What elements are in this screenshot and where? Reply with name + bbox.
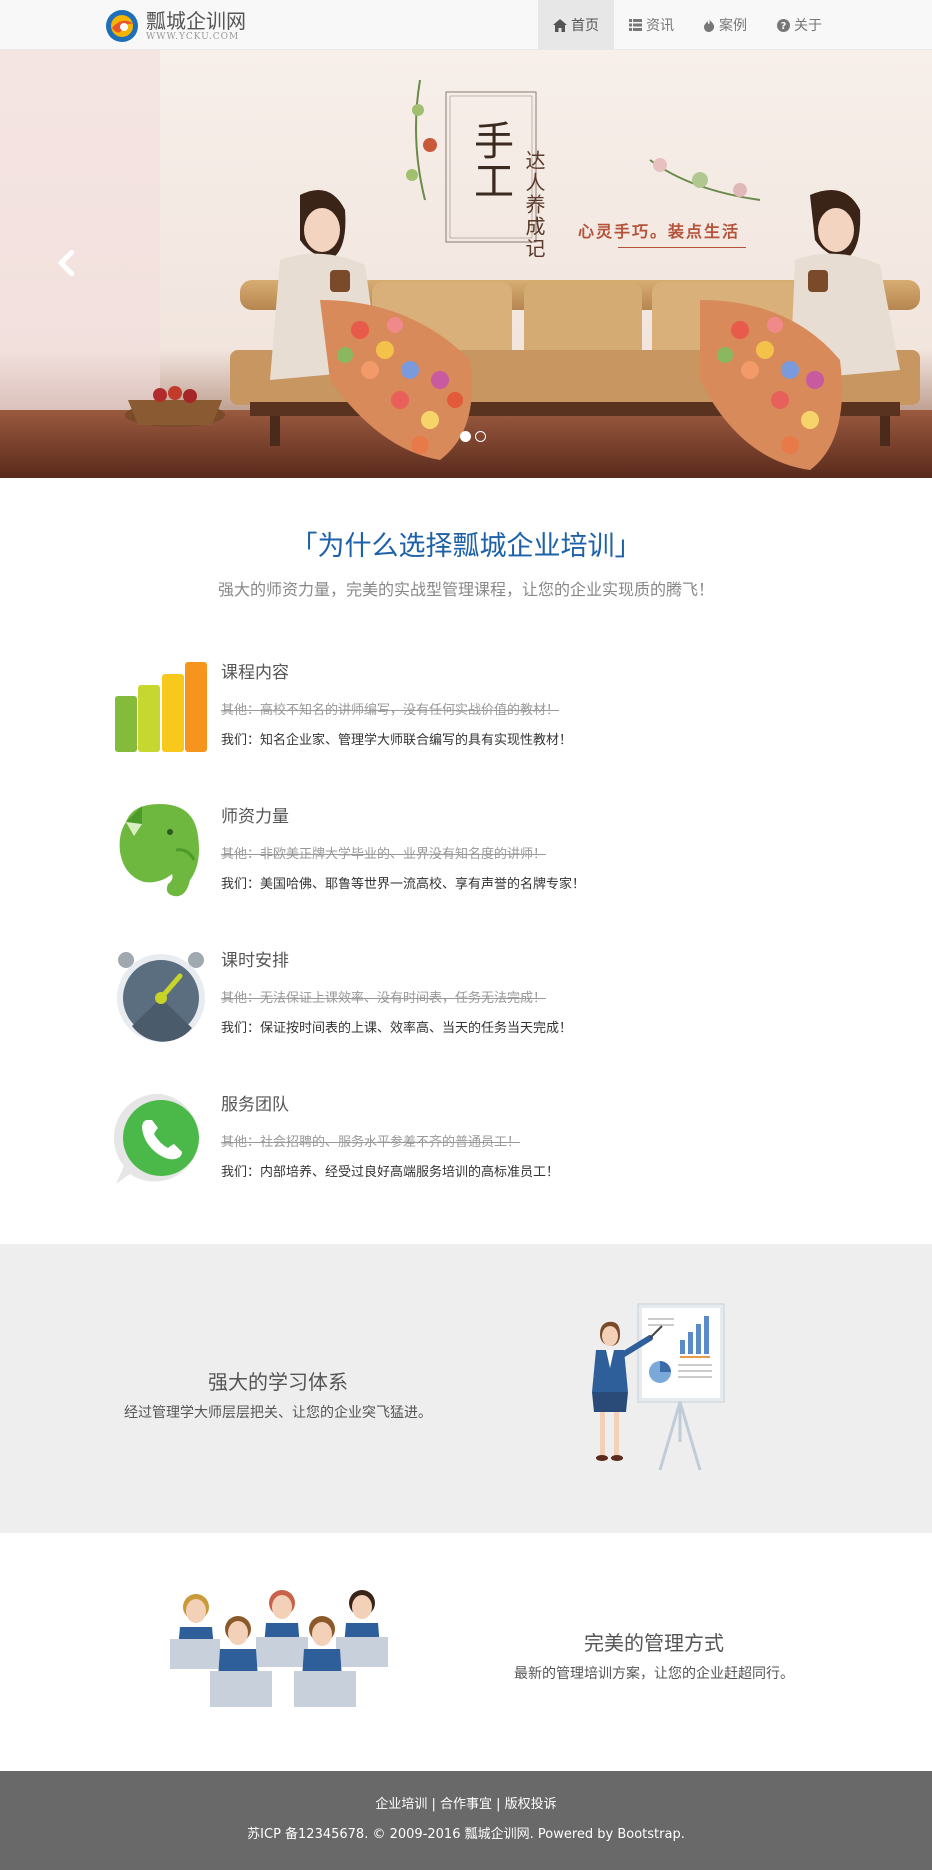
svg-text:?: ? <box>781 21 787 32</box>
logo-subtitle: WWW.YCKU.COM <box>146 31 240 42</box>
fire-icon <box>704 18 715 32</box>
carousel-prev-button[interactable] <box>58 249 75 280</box>
section-title: 「为什么选择瓢城企业培训」 <box>290 531 642 562</box>
learning-system-title: 强大的学习体系 <box>208 1370 348 1394</box>
section-subtitle: 强大的师资力量，完美的实战型管理课程，让您的企业实现质的腾飞！ <box>217 580 714 599</box>
footer: 企业培训 | 合作事宜 | 版权投诉 苏ICP 备12345678. © 200… <box>0 1771 932 1870</box>
banner-side-title: 达人养成记 <box>522 150 546 260</box>
nav-item-cases[interactable]: 案例 <box>689 0 762 50</box>
phone-icon <box>113 1093 199 1184</box>
navbar: 瓢城企训网 WWW.YCKU.COM 首页 资讯 案例 ? 关于 <box>0 0 932 50</box>
nav-item-news[interactable]: 资讯 <box>614 0 689 50</box>
elephant-icon <box>119 804 199 897</box>
logo-icon <box>104 8 140 44</box>
footer-link-cooperation[interactable]: 合作事宜 <box>440 1797 492 1812</box>
footer-links: 企业培训 | 合作事宜 | 版权投诉 <box>375 1797 557 1812</box>
management-title: 完美的管理方式 <box>584 1631 724 1655</box>
question-icon: ? <box>777 18 790 32</box>
feature-ours: 我们：知名企业家、管理学大师联合编写的具有实现性教材！ <box>221 733 573 748</box>
nav-label-cases: 案例 <box>719 18 747 34</box>
site-logo[interactable]: 瓢城企训网 WWW.YCKU.COM <box>104 8 246 44</box>
feature-other: 其他：高校不知名的讲师编写，没有任何实战价值的教材！ <box>221 703 560 718</box>
feature-ours: 我们：保证按时间表的上课、效率高、当天的任务当天完成！ <box>221 1021 573 1036</box>
team-illustration <box>170 1590 388 1707</box>
feature-other: 其他：无法保证上课效率、没有时间表，任务无法完成！ <box>221 991 547 1006</box>
list-icon <box>629 19 642 31</box>
feature-service-team: 服务团队 其他：社会招聘的、服务水平参差不齐的普通员工！ 我们：内部培养、经受过… <box>112 1090 812 1200</box>
footer-link-training[interactable]: 企业培训 <box>375 1797 427 1812</box>
feature-title: 课时安排 <box>221 951 289 971</box>
feature-schedule: 课时安排 其他：无法保证上课效率、没有时间表，任务无法完成！ 我们：保证按时间表… <box>112 946 812 1056</box>
feature-courses: 课程内容 其他：高校不知名的讲师编写，没有任何实战价值的教材！ 我们：知名企业家… <box>112 658 812 768</box>
nav-label-news: 资讯 <box>646 18 674 34</box>
banner-slogan: 心灵手巧。装点生活 <box>578 222 741 241</box>
main-nav: 首页 资讯 案例 ? 关于 <box>538 0 837 50</box>
feature-title: 师资力量 <box>221 807 289 827</box>
feature-other: 其他：非欧美正牌大学毕业的、业界没有知名度的讲师！ <box>221 847 547 862</box>
feature-title: 课程内容 <box>221 663 289 683</box>
learning-system-section: 强大的学习体系 经过管理学大师层层把关、让您的企业突飞猛进。 <box>0 1244 932 1533</box>
carousel-indicator-2[interactable] <box>475 431 486 442</box>
footer-copyright: 苏ICP 备12345678. © 2009-2016 瓢城企训网. Power… <box>247 1827 685 1842</box>
footer-link-copyright[interactable]: 版权投诉 <box>505 1797 557 1812</box>
feature-title: 服务团队 <box>221 1095 289 1115</box>
bar-chart-icon <box>115 662 207 752</box>
feature-ours: 我们：内部培养、经受过良好高端服务培训的高标准员工！ <box>221 1165 560 1180</box>
feature-other: 其他：社会招聘的、服务水平参差不齐的普通员工！ <box>221 1135 521 1150</box>
hero-carousel[interactable]: 手工 达人养成记 心灵手巧。装点生活 <box>0 50 932 478</box>
nav-item-about[interactable]: ? 关于 <box>762 0 837 50</box>
logo-title: 瓢城企训网 <box>146 8 246 33</box>
slogan-underline <box>618 247 746 248</box>
feature-ours: 我们：美国哈佛、耶鲁等世界一流高校、享有声誉的名牌专家！ <box>221 877 586 892</box>
management-section: 完美的管理方式 最新的管理培训方案，让您的企业赶超同行。 <box>0 1533 932 1771</box>
banner-title: 手工 <box>467 120 513 200</box>
chevron-left-icon <box>58 249 75 277</box>
feature-teachers: 师资力量 其他：非欧美正牌大学毕业的、业界没有知名度的讲师！ 我们：美国哈佛、耶… <box>112 802 812 912</box>
clock-icon <box>117 952 205 1042</box>
nav-label-about: 关于 <box>794 18 822 34</box>
nav-item-home[interactable]: 首页 <box>538 0 614 50</box>
carousel-indicator-1[interactable] <box>460 431 471 442</box>
presenter-illustration <box>592 1303 725 1471</box>
home-icon <box>553 18 567 32</box>
management-text: 最新的管理培训方案，让您的企业赶超同行。 <box>514 1666 794 1682</box>
learning-system-text: 经过管理学大师层层把关、让您的企业突飞猛进。 <box>124 1405 432 1421</box>
nav-label-home: 首页 <box>571 18 599 34</box>
banner-image <box>0 50 932 478</box>
carousel-indicators <box>460 431 486 442</box>
